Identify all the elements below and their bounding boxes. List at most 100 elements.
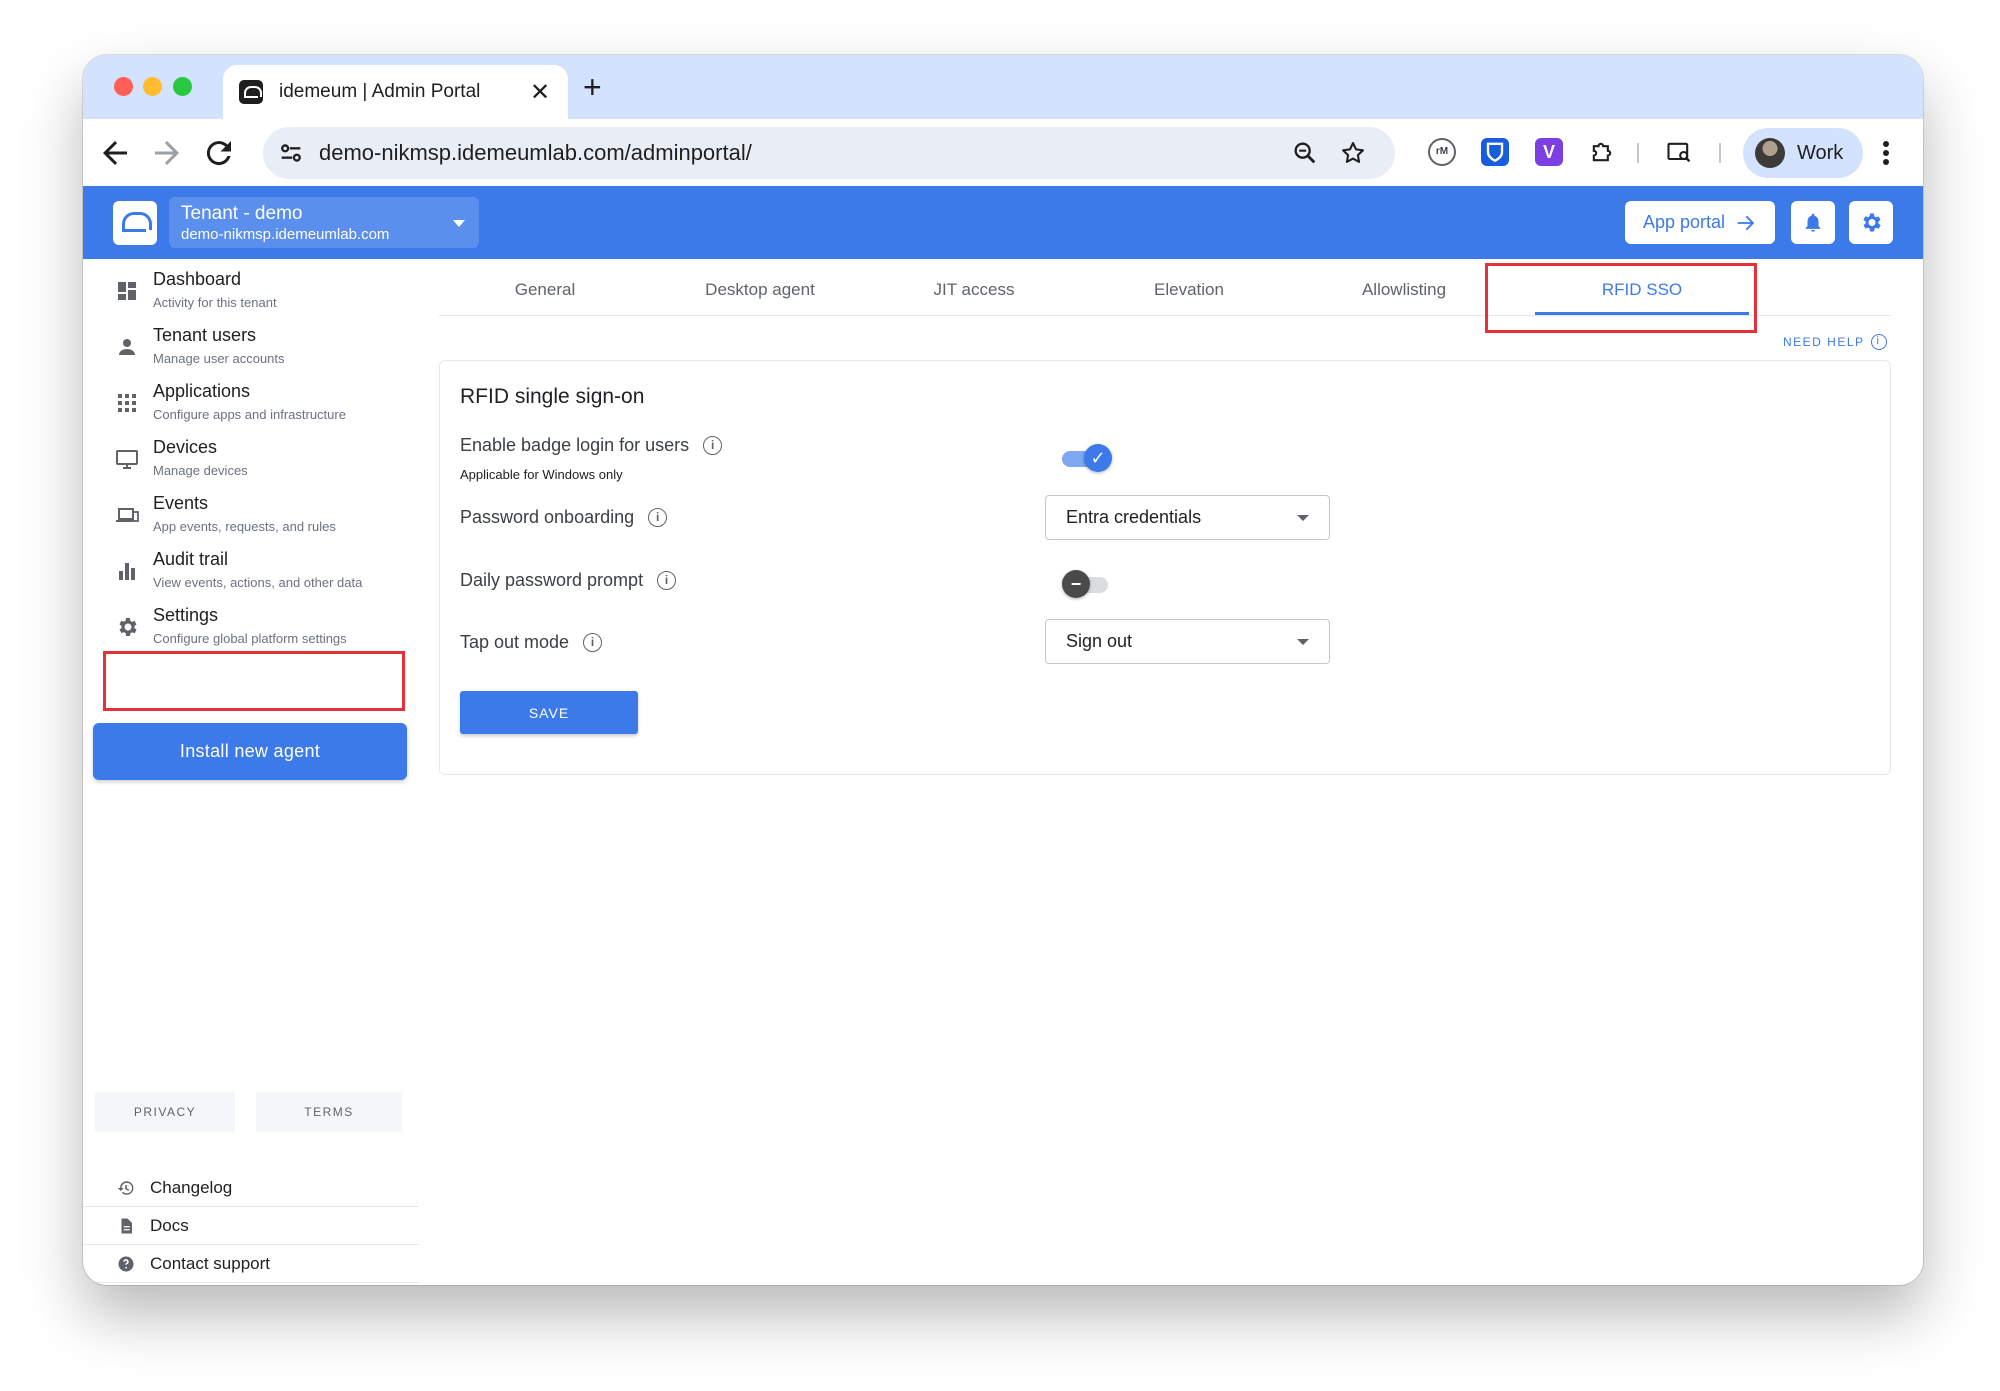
- sidebar-item-settings[interactable]: Settings Configure global platform setti…: [83, 599, 413, 655]
- new-tab-button[interactable]: +: [583, 69, 602, 105]
- more-vert-icon: [1883, 141, 1889, 165]
- sidebar-item-title: Devices: [153, 437, 218, 457]
- rfid-settings-card: RFID single sign-on Enable badge login f…: [439, 360, 1891, 775]
- app-portal-label: App portal: [1642, 212, 1726, 232]
- tap-out-label: Tap out mode: [460, 632, 570, 652]
- tab-elevation[interactable]: Elevation: [1089, 280, 1289, 300]
- sidebar-item-title: Settings: [153, 605, 219, 625]
- need-help-link[interactable]: NEED HELP i: [1783, 334, 1887, 350]
- tap-out-select[interactable]: Sign out: [1045, 619, 1330, 664]
- need-help-label: NEED HELP: [1783, 335, 1865, 349]
- privacy-button[interactable]: PRIVACY: [95, 1092, 235, 1132]
- changelog-label: Changelog: [150, 1178, 233, 1197]
- address-bar[interactable]: demo-nikmsp.idemeumlab.com/adminportal/: [263, 127, 1395, 179]
- cm-icon[interactable]: rM: [1428, 138, 1456, 166]
- tab-search-icon[interactable]: [1665, 138, 1693, 166]
- bell-icon: [1805, 213, 1821, 232]
- password-onboarding-row-label: Password onboarding i: [460, 507, 668, 528]
- puzzle-icon[interactable]: [1588, 138, 1616, 166]
- minimize-window-button[interactable]: [143, 77, 162, 96]
- install-new-agent-button[interactable]: Install new agent: [93, 723, 407, 780]
- browser-window: idemeum | Admin Portal ✕ + demo-nikmsp.i…: [83, 55, 1923, 1285]
- contact-support-label: Contact support: [150, 1254, 271, 1273]
- terms-button[interactable]: TERMS: [256, 1092, 402, 1132]
- app-portal-button[interactable]: App portal: [1625, 201, 1775, 244]
- badge-login-sublabel: Applicable for Windows only: [460, 467, 623, 482]
- info-icon[interactable]: i: [703, 436, 723, 455]
- sidebar-item-title: Dashboard: [153, 269, 242, 289]
- tab-general[interactable]: General: [445, 280, 645, 300]
- sidebar-item-subtitle: Configure apps and infrastructure: [153, 407, 346, 422]
- zoom-icon[interactable]: [1291, 139, 1319, 167]
- minus-icon: −: [1062, 570, 1090, 598]
- sidebar-item-title: Applications: [153, 381, 251, 401]
- settings-button[interactable]: [1849, 201, 1893, 244]
- info-icon[interactable]: i: [657, 571, 677, 590]
- password-onboarding-label: Password onboarding: [460, 507, 635, 527]
- contact-support-link[interactable]: Contact support: [83, 1245, 419, 1283]
- idemeum-logo-icon[interactable]: [113, 201, 157, 245]
- rfid-tab-highlight-box: [1485, 263, 1757, 333]
- forward-button[interactable]: [149, 135, 185, 171]
- shield-icon: [1486, 142, 1504, 163]
- save-button[interactable]: SAVE: [460, 691, 638, 734]
- tab-search-glyph: [1667, 142, 1691, 163]
- person-icon: [119, 339, 135, 355]
- reload-button[interactable]: [201, 135, 237, 171]
- site-settings-icon[interactable]: [277, 139, 305, 167]
- sidebar-item-audit-trail[interactable]: Audit trail View events, actions, and ot…: [83, 543, 413, 599]
- sidebar-item-events[interactable]: Events App events, requests, and rules: [83, 487, 413, 543]
- badge-login-toggle[interactable]: ✓: [1062, 444, 1112, 472]
- profile-button[interactable]: Work: [1743, 128, 1863, 178]
- bookmark-star-icon[interactable]: [1339, 139, 1367, 167]
- avatar: [1755, 138, 1785, 168]
- settings-highlight-box: [103, 651, 405, 711]
- sidebar-item-devices[interactable]: Devices Manage devices: [83, 431, 413, 487]
- maximize-window-button[interactable]: [173, 77, 192, 96]
- dashboard-icon: [118, 282, 136, 300]
- password-onboarding-select[interactable]: Entra credentials: [1045, 495, 1330, 540]
- badge-login-label: Enable badge login for users: [460, 435, 690, 455]
- arrow-right-icon: [155, 141, 179, 165]
- app-header: Tenant - demo demo-nikmsp.idemeumlab.com…: [83, 186, 1923, 259]
- sidebar-item-dashboard[interactable]: Dashboard Activity for this tenant: [83, 263, 413, 319]
- card-title: RFID single sign-on: [460, 385, 645, 408]
- browser-tab-active[interactable]: idemeum | Admin Portal ✕: [223, 65, 568, 119]
- close-icon[interactable]: ✕: [528, 78, 552, 107]
- url-text: demo-nikmsp.idemeumlab.com/adminportal/: [319, 140, 752, 165]
- sidebar-item-subtitle: View events, actions, and other data: [153, 575, 363, 590]
- close-window-button[interactable]: [114, 77, 133, 96]
- profile-name: Work: [1797, 141, 1844, 164]
- document-icon: [121, 1218, 132, 1234]
- tab-desktop-agent[interactable]: Desktop agent: [660, 280, 860, 300]
- sidebar-item-subtitle: Configure global platform settings: [153, 631, 347, 646]
- tenant-domain: demo-nikmsp.idemeumlab.com: [181, 226, 390, 243]
- toolbar-separator: [1637, 143, 1639, 163]
- toolbar-separator: [1719, 143, 1721, 163]
- back-button[interactable]: [97, 135, 133, 171]
- sidebar-item-tenant-users[interactable]: Tenant users Manage user accounts: [83, 319, 413, 375]
- tenant-selector[interactable]: Tenant - demo demo-nikmsp.idemeumlab.com: [169, 197, 479, 248]
- gear-icon: [119, 618, 137, 636]
- v-icon[interactable]: V: [1535, 138, 1563, 166]
- tab-jit-access[interactable]: JIT access: [874, 280, 1074, 300]
- check-icon: ✓: [1084, 444, 1112, 472]
- apps-grid-icon: [118, 394, 136, 412]
- tap-out-value: Sign out: [1066, 631, 1133, 651]
- reload-icon: [206, 141, 231, 166]
- docs-link[interactable]: Docs: [83, 1207, 419, 1245]
- changelog-link[interactable]: Changelog: [83, 1169, 419, 1207]
- info-icon[interactable]: i: [648, 508, 668, 527]
- tab-allowlisting[interactable]: Allowlisting: [1304, 280, 1504, 300]
- notifications-button[interactable]: [1791, 201, 1835, 244]
- bitwarden-icon[interactable]: [1481, 138, 1509, 166]
- browser-menu-button[interactable]: [1880, 135, 1892, 180]
- bar-chart-icon: [119, 563, 135, 580]
- help-icon: [118, 1256, 134, 1272]
- idemeum-favicon-icon: [239, 80, 263, 104]
- daily-prompt-toggle[interactable]: −: [1062, 570, 1110, 598]
- info-icon[interactable]: i: [583, 633, 603, 652]
- chevron-down-icon: [453, 220, 465, 227]
- badge-login-row-label: Enable badge login for users i: [460, 435, 723, 456]
- sidebar-item-applications[interactable]: Applications Configure apps and infrastr…: [83, 375, 413, 431]
